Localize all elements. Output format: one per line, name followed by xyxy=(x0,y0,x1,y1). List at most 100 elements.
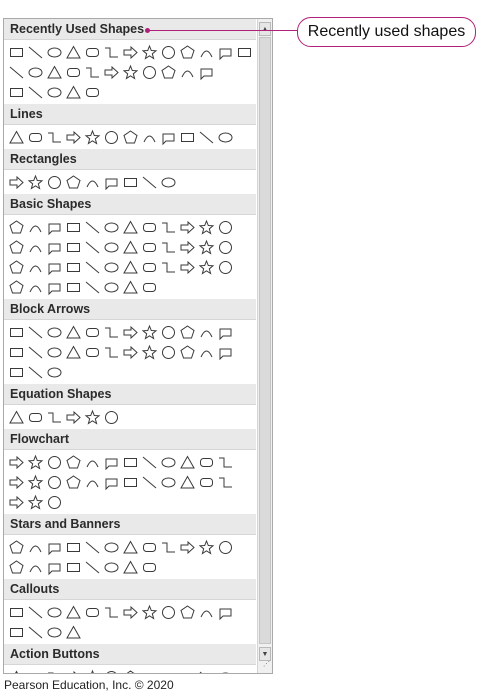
shape-icon[interactable] xyxy=(45,473,64,492)
shape-icon[interactable] xyxy=(197,238,216,257)
shape-icon[interactable] xyxy=(26,63,45,82)
scroll-up-button[interactable]: ▲ xyxy=(259,22,271,36)
shape-icon[interactable] xyxy=(26,538,45,557)
shape-icon[interactable] xyxy=(64,473,83,492)
shape-icon[interactable] xyxy=(26,43,45,62)
shape-icon[interactable] xyxy=(45,538,64,557)
shape-icon[interactable] xyxy=(102,558,121,577)
shape-icon[interactable] xyxy=(7,603,26,622)
shape-icon[interactable] xyxy=(45,668,64,673)
shape-icon[interactable] xyxy=(26,668,45,673)
shape-icon[interactable] xyxy=(216,43,235,62)
shape-icon[interactable] xyxy=(102,173,121,192)
shape-icon[interactable] xyxy=(7,238,26,257)
shape-icon[interactable] xyxy=(159,173,178,192)
shape-icon[interactable] xyxy=(121,323,140,342)
shape-icon[interactable] xyxy=(45,603,64,622)
shape-icon[interactable] xyxy=(64,83,83,102)
shape-icon[interactable] xyxy=(216,128,235,147)
shape-icon[interactable] xyxy=(197,258,216,277)
shape-icon[interactable] xyxy=(140,63,159,82)
shape-icon[interactable] xyxy=(140,668,159,674)
vertical-scrollbar[interactable]: ▲ ▼ ⋰ xyxy=(257,19,272,673)
shape-icon[interactable] xyxy=(216,343,235,362)
shape-icon[interactable] xyxy=(216,258,235,277)
shape-icon[interactable] xyxy=(83,128,102,147)
shape-icon[interactable] xyxy=(121,238,140,257)
shape-icon[interactable] xyxy=(64,278,83,297)
shape-icon[interactable] xyxy=(26,278,45,297)
shape-icon[interactable] xyxy=(197,323,216,342)
shape-icon[interactable] xyxy=(83,238,102,257)
shape-icon[interactable] xyxy=(26,473,45,492)
shape-icon[interactable] xyxy=(64,603,83,622)
shape-icon[interactable] xyxy=(178,668,197,673)
shape-icon[interactable] xyxy=(7,258,26,277)
shape-icon[interactable] xyxy=(178,258,197,277)
shape-icon[interactable] xyxy=(26,238,45,257)
shape-icon[interactable] xyxy=(102,63,121,82)
shape-icon[interactable] xyxy=(159,238,178,257)
shape-icon[interactable] xyxy=(197,343,216,362)
shape-icon[interactable] xyxy=(197,63,216,82)
shape-icon[interactable] xyxy=(102,278,121,297)
shape-icon[interactable] xyxy=(121,218,140,237)
shape-icon[interactable] xyxy=(102,408,121,427)
shape-icon[interactable] xyxy=(45,238,64,257)
shape-icon[interactable] xyxy=(83,63,102,82)
shape-icon[interactable] xyxy=(45,173,64,192)
shape-icon[interactable] xyxy=(26,173,45,192)
shape-icon[interactable] xyxy=(178,473,197,492)
shape-icon[interactable] xyxy=(121,258,140,277)
shape-icon[interactable] xyxy=(102,258,121,277)
shape-icon[interactable] xyxy=(216,453,235,472)
shape-icon[interactable] xyxy=(64,623,83,642)
shape-icon[interactable] xyxy=(7,623,26,642)
shape-icon[interactable] xyxy=(7,453,26,472)
shape-icon[interactable] xyxy=(140,238,159,257)
shape-icon[interactable] xyxy=(64,43,83,62)
resize-grip-icon[interactable]: ⋰ xyxy=(263,660,270,668)
shape-icon[interactable] xyxy=(26,453,45,472)
shape-icon[interactable] xyxy=(83,538,102,557)
shape-icon[interactable] xyxy=(64,343,83,362)
shape-icon[interactable] xyxy=(121,603,140,622)
shape-icon[interactable] xyxy=(83,173,102,192)
shape-icon[interactable] xyxy=(7,83,26,102)
shape-icon[interactable] xyxy=(159,343,178,362)
shape-icon[interactable] xyxy=(140,173,159,192)
shape-icon[interactable] xyxy=(159,258,178,277)
shape-icon[interactable] xyxy=(83,218,102,237)
shape-icon[interactable] xyxy=(45,363,64,382)
shape-icon[interactable] xyxy=(7,173,26,192)
shape-icon[interactable] xyxy=(83,558,102,577)
shape-icon[interactable] xyxy=(26,603,45,622)
shape-icon[interactable] xyxy=(7,408,26,427)
shape-icon[interactable] xyxy=(102,43,121,62)
shape-icon[interactable] xyxy=(7,323,26,342)
shape-icon[interactable] xyxy=(7,558,26,577)
shape-icon[interactable] xyxy=(64,128,83,147)
shape-icon[interactable] xyxy=(26,363,45,382)
shape-icon[interactable] xyxy=(121,63,140,82)
shape-icon[interactable] xyxy=(26,83,45,102)
shape-icon[interactable] xyxy=(140,343,159,362)
shape-icon[interactable] xyxy=(45,128,64,147)
shape-icon[interactable] xyxy=(26,258,45,277)
shape-icon[interactable] xyxy=(83,83,102,102)
shape-icon[interactable] xyxy=(64,323,83,342)
shape-icon[interactable] xyxy=(64,63,83,82)
shape-icon[interactable] xyxy=(121,43,140,62)
shape-icon[interactable] xyxy=(140,258,159,277)
shape-icon[interactable] xyxy=(26,218,45,237)
shape-icon[interactable] xyxy=(159,603,178,622)
shape-icon[interactable] xyxy=(26,128,45,147)
shape-icon[interactable] xyxy=(121,278,140,297)
shape-icon[interactable] xyxy=(140,218,159,237)
shape-icon[interactable] xyxy=(45,278,64,297)
shape-icon[interactable] xyxy=(216,473,235,492)
shape-icon[interactable] xyxy=(26,323,45,342)
shape-icon[interactable] xyxy=(102,128,121,147)
shape-icon[interactable] xyxy=(83,668,102,673)
shape-icon[interactable] xyxy=(197,473,216,492)
